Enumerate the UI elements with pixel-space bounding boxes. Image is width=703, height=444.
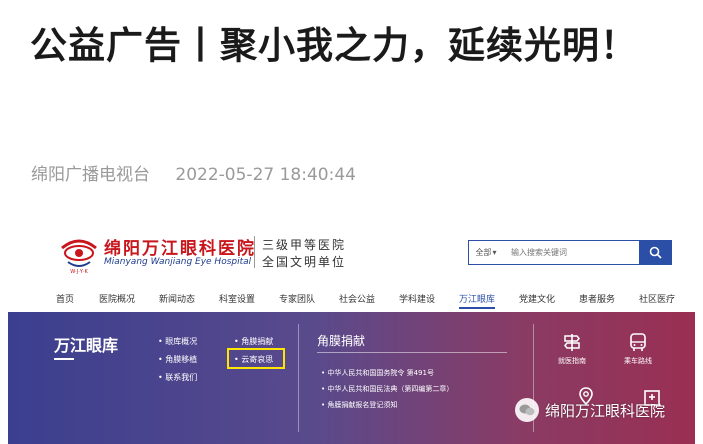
nav-item[interactable]: 学科建设 [399, 292, 435, 305]
hospital-name-en: Mianyang Wanjiang Eye Hospital [104, 257, 252, 267]
service-label: 就医指南 [558, 357, 586, 365]
bus-icon [630, 333, 646, 351]
article-meta: 绵阳广播电视台 2022-05-27 18:40:44 [31, 160, 356, 185]
service-route[interactable]: 乘车路线 [613, 332, 663, 366]
nav-item[interactable]: 首页 [56, 292, 74, 305]
chevron-down-icon: ▾ [492, 248, 497, 257]
site-search: 全部 ▾ [468, 240, 672, 265]
panel-title: 万江眼库 [54, 336, 119, 355]
section-title: 角膜捐献 [317, 334, 366, 348]
section-underline [317, 352, 507, 353]
panel-divider [298, 324, 299, 432]
hospital-name-cn: 绵阳万江眼科医院 [104, 239, 256, 259]
article-title: 公益广告丨聚小我之力，延续光明！ [30, 24, 638, 67]
service-label: 乘车路线 [624, 357, 652, 365]
nav-item[interactable]: 科室设置 [219, 292, 255, 305]
dropdown-panel: 万江眼库 眼库概况 角膜移植 联系我们 角膜捐献 云寄哀思 角膜捐献 中华人民共… [8, 312, 695, 444]
hospital-honor: 全国文明单位 [262, 255, 347, 269]
hospital-logo-icon: W·J·Y·K [61, 239, 97, 274]
watermark-text: 绵阳万江眼科医院 [545, 401, 666, 420]
news-item[interactable]: 中华人民共和国民法典（第四编第二章） [321, 384, 453, 394]
wechat-icon [515, 398, 539, 422]
svg-text:W·J·Y·K: W·J·Y·K [70, 269, 88, 274]
panel-link[interactable]: 联系我们 [158, 372, 197, 383]
search-icon [649, 246, 662, 259]
site-nav: 首页 医院概况 新闻动态 科室设置 专家团队 社会公益 学科建设 万江眼库 党建… [8, 290, 695, 310]
wechat-watermark: 绵阳万江眼科医院 [515, 398, 665, 422]
search-scope-select[interactable]: 全部 ▾ [469, 241, 503, 264]
nav-item[interactable]: 党建文化 [519, 292, 555, 305]
nav-item[interactable]: 患者服务 [579, 292, 615, 305]
nav-item[interactable]: 社会公益 [339, 292, 375, 305]
news-item[interactable]: 中华人民共和国国务院令 第491号 [321, 368, 434, 378]
panel-link[interactable]: 眼库概况 [158, 336, 197, 347]
panel-title-underline [54, 358, 74, 360]
panel-link[interactable]: 角膜移植 [158, 354, 197, 365]
article-source[interactable]: 绵阳广播电视台 [31, 165, 150, 185]
nav-item[interactable]: 新闻动态 [159, 292, 195, 305]
article-datetime: 2022-05-27 18:40:44 [175, 165, 356, 185]
nav-item[interactable]: 社区医疗 [639, 292, 675, 305]
signpost-icon [564, 334, 580, 351]
service-guide[interactable]: 就医指南 [547, 332, 597, 366]
nav-item[interactable]: 专家团队 [279, 292, 315, 305]
search-input[interactable] [503, 241, 639, 264]
news-item[interactable]: 角膜捐献报名登记须知 [321, 400, 397, 410]
header-divider [254, 236, 255, 268]
panel-link[interactable]: 角膜捐献 [234, 336, 273, 347]
hospital-rank: 三级甲等医院 [262, 238, 347, 252]
search-scope-label: 全部 [475, 248, 492, 257]
site-header: W·J·Y·K 绵阳万江眼科医院 Mianyang Wanjiang Eye H… [8, 212, 695, 282]
highlight-box [227, 348, 285, 369]
nav-item-active[interactable]: 万江眼库 [459, 292, 496, 309]
nav-item[interactable]: 医院概况 [99, 292, 135, 305]
search-button[interactable] [639, 241, 671, 264]
